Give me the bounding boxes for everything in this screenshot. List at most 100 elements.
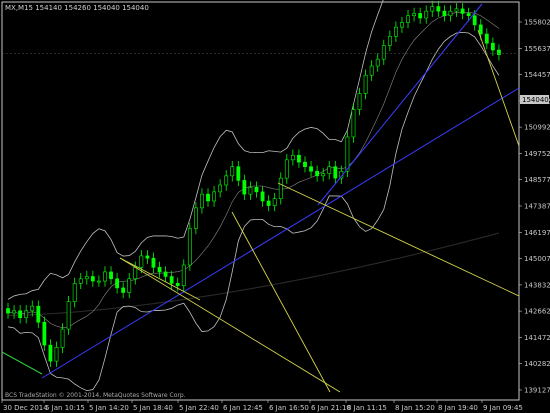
candle-body[interactable] <box>424 10 429 19</box>
candle-body[interactable] <box>42 321 47 346</box>
candle-body[interactable] <box>181 264 186 286</box>
candle-body[interactable] <box>109 271 113 280</box>
candle-body[interactable] <box>30 305 35 312</box>
price-axis-label: 155802 <box>524 19 550 27</box>
candle-body[interactable] <box>84 276 89 280</box>
chart-window[interactable]: MX,M15 154140 154260 154040 154040 155802… <box>0 0 550 413</box>
candle-body[interactable] <box>187 228 192 266</box>
candle-body[interactable] <box>363 74 368 94</box>
candle-body[interactable] <box>236 166 241 181</box>
candle-body[interactable] <box>466 13 471 17</box>
candle-body[interactable] <box>230 166 235 177</box>
candle-body[interactable] <box>78 278 83 284</box>
candle-body[interactable] <box>242 180 247 195</box>
time-axis-label: 9 Jan 09:45 <box>483 404 523 412</box>
candle-body[interactable] <box>460 8 465 14</box>
candle-body[interactable] <box>212 191 216 202</box>
candle-body[interactable] <box>133 267 138 280</box>
candle-body[interactable] <box>121 287 126 293</box>
candle-body[interactable] <box>266 200 271 206</box>
candle-body[interactable] <box>254 186 259 193</box>
plot-frame <box>1 1 520 401</box>
candle-body[interactable] <box>472 15 477 26</box>
candle-body[interactable] <box>24 310 29 318</box>
candle-body[interactable] <box>321 173 326 177</box>
candle-body[interactable] <box>139 255 144 268</box>
candle-body[interactable] <box>278 177 283 200</box>
candle-body[interactable] <box>36 305 41 323</box>
fan-line-3[interactable] <box>231 211 331 393</box>
candle-body[interactable] <box>454 8 459 12</box>
candle-body[interactable] <box>381 45 386 60</box>
fan-line-4[interactable] <box>277 182 520 297</box>
candle-body[interactable] <box>375 58 380 67</box>
candle-body[interactable] <box>436 6 441 12</box>
candle-body[interactable] <box>400 22 404 28</box>
moving-average-line <box>7 232 500 317</box>
candle-body[interactable] <box>315 170 320 177</box>
candle-body[interactable] <box>127 278 132 293</box>
candle-body[interactable] <box>260 191 265 202</box>
candle-body[interactable] <box>430 6 435 12</box>
candle-body[interactable] <box>224 175 229 186</box>
candle-body[interactable] <box>303 161 307 167</box>
candle-body[interactable] <box>169 276 174 284</box>
candle-body[interactable] <box>351 109 356 138</box>
candle-body[interactable] <box>72 283 77 302</box>
candle-body[interactable] <box>412 13 416 17</box>
green-trendline[interactable] <box>1 351 43 375</box>
bollinger-lower <box>7 31 500 391</box>
candle-body[interactable] <box>90 276 95 282</box>
candle-body[interactable] <box>345 136 350 172</box>
candle-body[interactable] <box>206 193 210 202</box>
candle-body[interactable] <box>484 33 489 44</box>
candle-body[interactable] <box>151 257 156 268</box>
candle-body[interactable] <box>284 159 289 179</box>
candle-body[interactable] <box>369 65 374 76</box>
price-axis-label: 150992 <box>524 124 550 132</box>
price-chart[interactable]: MX,M15 154140 154260 154040 154040 155802… <box>0 0 550 413</box>
candle-body[interactable] <box>145 255 150 259</box>
candle-body[interactable] <box>12 310 16 314</box>
candle-body[interactable] <box>357 93 362 110</box>
candle-body[interactable] <box>48 344 53 362</box>
fan-line-5[interactable] <box>477 29 520 147</box>
candle-body[interactable] <box>394 26 398 37</box>
time-axis-label: 5 Jan 10:15 <box>45 404 85 412</box>
candle-body[interactable] <box>442 10 447 17</box>
candle-body[interactable] <box>327 166 332 174</box>
price-axis-label: 146197 <box>524 229 550 237</box>
candle-body[interactable] <box>248 186 253 195</box>
candle-body[interactable] <box>418 13 423 19</box>
candle-body[interactable] <box>193 207 198 229</box>
trendline-blue-long[interactable] <box>41 87 520 379</box>
candle-body[interactable] <box>490 42 495 51</box>
trendline-blue-steep[interactable] <box>317 3 483 206</box>
candle-body[interactable] <box>157 267 162 273</box>
price-axis-label: 143832 <box>524 281 550 289</box>
candle-body[interactable] <box>103 271 107 282</box>
candle-body[interactable] <box>297 154 301 163</box>
candle-body[interactable] <box>406 15 410 23</box>
candle-body[interactable] <box>6 308 10 314</box>
candle-body[interactable] <box>333 166 338 179</box>
candle-body[interactable] <box>175 283 180 286</box>
time-axis-label: 5 Jan 14:20 <box>89 404 129 412</box>
candle-body[interactable] <box>115 278 119 289</box>
candle-body[interactable] <box>478 24 483 35</box>
chart-title: MX,M15 154140 154260 154040 154040 <box>5 4 149 12</box>
candle-body[interactable] <box>97 280 101 283</box>
candle-body[interactable] <box>387 36 392 46</box>
candle-body[interactable] <box>272 198 277 206</box>
candle-body[interactable] <box>66 301 71 330</box>
candle-body[interactable] <box>200 193 204 209</box>
candle-body[interactable] <box>18 310 23 318</box>
candle-body[interactable] <box>309 166 313 172</box>
candle-body[interactable] <box>60 328 65 348</box>
candle-body[interactable] <box>218 184 223 193</box>
candle-body[interactable] <box>54 347 59 362</box>
candle-body[interactable] <box>163 271 168 277</box>
candle-body[interactable] <box>448 10 453 17</box>
candle-body[interactable] <box>290 154 295 161</box>
time-axis-label: 6 Jan 21:10 <box>311 404 351 412</box>
